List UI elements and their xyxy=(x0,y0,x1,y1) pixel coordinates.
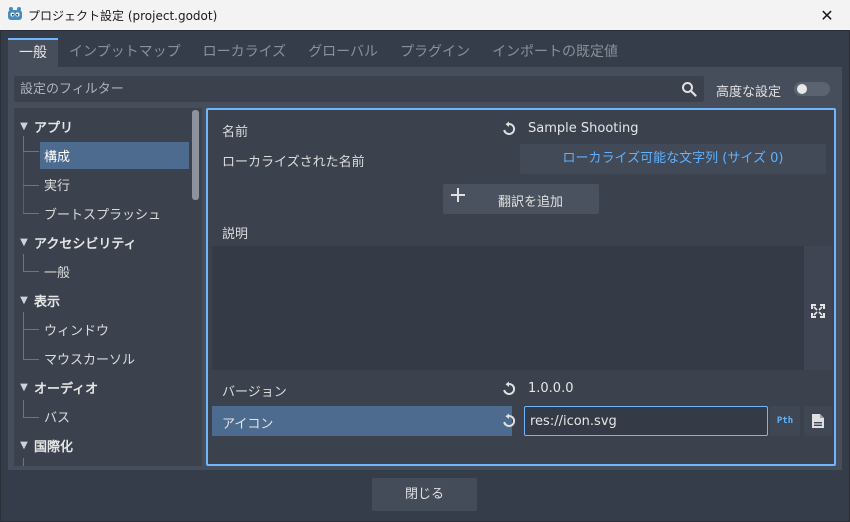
settings-tabbar: 一般 インプットマップ ローカライズ グローバル プラグイン インポートの既定値 xyxy=(8,38,842,67)
tree-category-label: アプリ xyxy=(34,120,74,136)
toggle-knob xyxy=(797,84,807,94)
tab-globals[interactable]: グローバル xyxy=(297,38,389,67)
tree-item-boot-splash[interactable]: ブートスプラッシュ xyxy=(14,199,190,227)
add-translation-button[interactable]: 翻訳を追加 xyxy=(443,184,599,214)
tree-item-label: ブートスプラッシュ xyxy=(44,207,162,223)
tab-general[interactable]: 一般 xyxy=(8,38,58,67)
tree-item-mouse-cursor[interactable]: マウスカーソル xyxy=(14,344,190,372)
property-label: 説明 xyxy=(222,227,249,242)
settings-category-tree: ▼ アプリ 構成 実行 ブートスプラッシュ ▼ アクセシビリティ 一般 ▼ 表示… xyxy=(14,108,202,466)
chevron-down-icon: ▼ xyxy=(20,236,28,248)
tree-item-bus[interactable]: バス xyxy=(14,402,190,430)
tree-item-window[interactable]: ウィンドウ xyxy=(14,315,190,343)
tree-category-label: アクセシビリティ xyxy=(34,236,137,252)
add-translation-label: 翻訳を追加 xyxy=(498,195,564,210)
tree-category-label: 国際化 xyxy=(34,439,74,455)
plus-icon xyxy=(451,188,465,202)
tree-item-label: バス xyxy=(44,410,71,426)
chevron-down-icon: ▼ xyxy=(20,294,28,306)
advanced-settings-label: 高度な設定 xyxy=(716,85,782,100)
tab-plugins[interactable]: プラグイン xyxy=(389,38,481,67)
tree-item-label: 実行 xyxy=(44,178,71,194)
property-label: アイコン xyxy=(222,417,274,432)
tree-category-accessibility[interactable]: ▼ アクセシビリティ xyxy=(14,228,190,256)
tree-category-audio[interactable]: ▼ オーディオ xyxy=(14,373,190,401)
tree-item-label: 構成 xyxy=(44,149,71,165)
revert-icon[interactable] xyxy=(501,381,517,397)
window-titlebar: プロジェクト設定 (project.godot) ✕ xyxy=(0,0,850,30)
property-row-name: 名前 Sample Shooting xyxy=(212,114,832,144)
tree-item-accessibility-general[interactable]: 一般 xyxy=(14,257,190,285)
icon-path-input[interactable] xyxy=(524,406,768,436)
property-row-version: バージョン 1.0.0.0 xyxy=(212,374,832,404)
tree-scrollbar[interactable] xyxy=(192,110,199,200)
advanced-settings-toggle[interactable] xyxy=(794,82,830,96)
browse-file-button[interactable] xyxy=(804,406,832,436)
tree-category-display[interactable]: ▼ 表示 xyxy=(14,286,190,314)
tree-item-run[interactable]: 実行 xyxy=(14,170,190,198)
tree-category-label: オーディオ xyxy=(34,381,99,397)
expand-icon[interactable] xyxy=(811,304,825,318)
search-icon[interactable] xyxy=(681,81,697,97)
property-label: ローカライズされた名前 xyxy=(222,155,365,170)
property-label: バージョン xyxy=(222,385,287,400)
tab-input-map[interactable]: インプットマップ xyxy=(58,38,192,67)
tree-item-label: 一般 xyxy=(44,265,71,281)
chevron-down-icon: ▼ xyxy=(20,439,28,451)
property-inspector: 名前 Sample Shooting ローカライズされた名前 ローカライズ可能な… xyxy=(206,108,836,466)
revert-icon[interactable] xyxy=(501,413,517,429)
tree-category-label: 表示 xyxy=(34,294,61,310)
tab-localization[interactable]: ローカライズ xyxy=(192,38,298,67)
localizable-string-button[interactable]: ローカライズ可能な文字列 (サイズ 0) xyxy=(520,144,826,174)
close-button[interactable]: 閉じる xyxy=(372,478,477,511)
tab-import-defaults[interactable]: インポートの既定値 xyxy=(481,38,629,67)
description-textarea[interactable] xyxy=(212,246,804,370)
revert-icon[interactable] xyxy=(501,121,517,137)
property-row-description: 説明 xyxy=(212,216,832,246)
chevron-down-icon: ▼ xyxy=(20,381,28,393)
tree-category-application[interactable]: ▼ アプリ xyxy=(14,112,190,140)
tree-item-label: マウスカーソル xyxy=(44,352,136,368)
property-value-version[interactable]: 1.0.0.0 xyxy=(528,381,573,396)
property-value-name[interactable]: Sample Shooting xyxy=(528,121,638,136)
godot-logo-icon xyxy=(8,7,22,20)
filter-input[interactable] xyxy=(14,76,674,102)
tree-category-internationalization[interactable]: ▼ 国際化 xyxy=(14,431,190,459)
path-mode-button[interactable]: Pth xyxy=(770,406,800,436)
tree-item-label: ウィンドウ xyxy=(44,323,110,339)
tree-item-config[interactable]: 構成 xyxy=(14,141,190,169)
chevron-down-icon: ▼ xyxy=(20,120,28,132)
file-icon xyxy=(812,414,824,428)
settings-filter xyxy=(14,76,704,102)
window-close-button[interactable]: ✕ xyxy=(804,0,850,30)
property-label: 名前 xyxy=(222,125,249,140)
tree-connector xyxy=(23,458,24,466)
window-title: プロジェクト設定 (project.godot) xyxy=(28,9,218,23)
